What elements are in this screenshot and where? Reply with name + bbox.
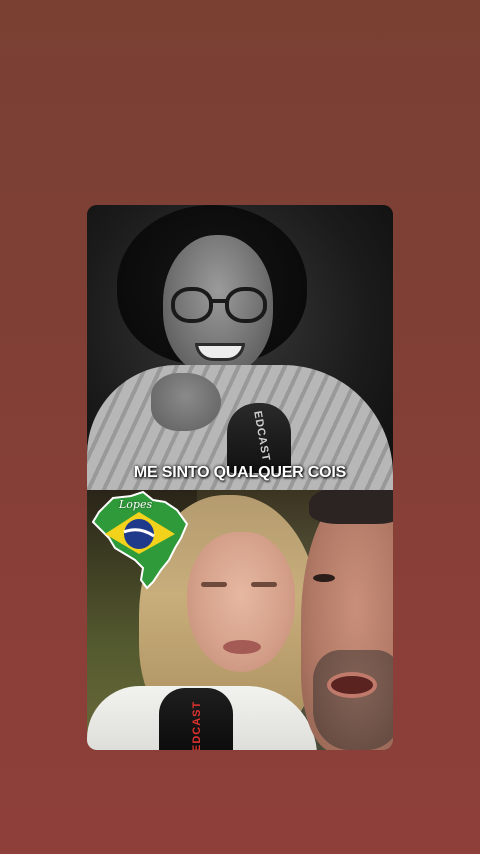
- hand: [151, 373, 221, 431]
- top-video-frame: EDCAST: [87, 205, 393, 490]
- man-hair: [309, 490, 393, 524]
- sticker-label: Lopes: [119, 498, 153, 511]
- man-beard: [313, 650, 393, 750]
- man-open-mouth: [327, 672, 377, 698]
- lips: [223, 640, 261, 654]
- story-video-card[interactable]: EDCAST EDCAST ME SINTO QUALQUER COIS Lop…: [87, 205, 393, 750]
- eye-left: [201, 582, 227, 587]
- brazil-map-sticker[interactable]: Lopes: [91, 490, 189, 590]
- glasses-icon: [171, 287, 269, 327]
- video-caption: ME SINTO QUALQUER COIS: [133, 464, 347, 481]
- eye-right: [251, 582, 277, 587]
- man-eye: [313, 574, 335, 582]
- microphone-bottom-label: EDCAST: [191, 700, 203, 750]
